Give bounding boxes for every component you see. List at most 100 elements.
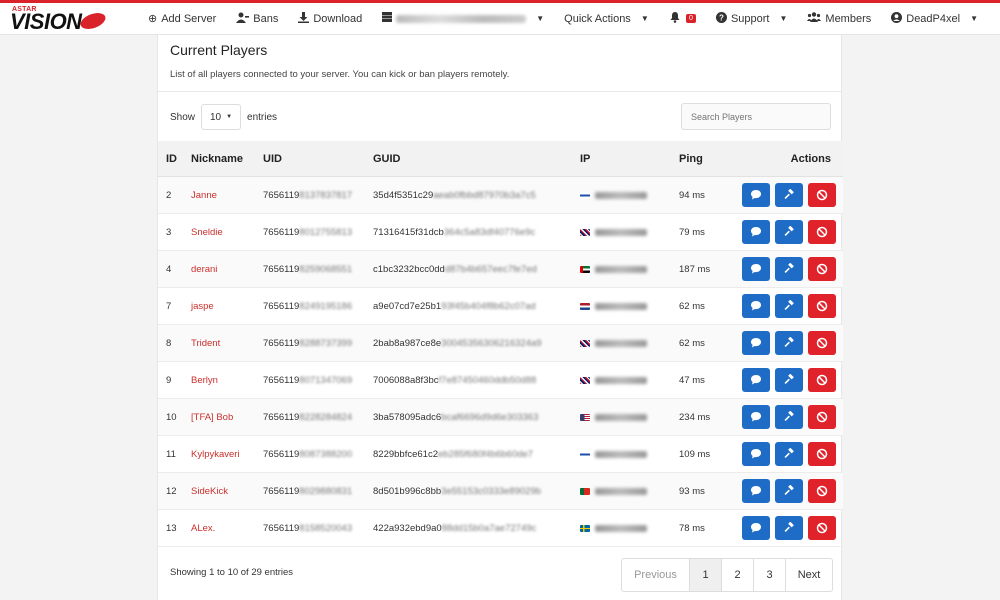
cell-ip <box>573 228 672 236</box>
nav-add-server[interactable]: ⊕ Add Server <box>138 3 226 34</box>
cell-actions <box>731 368 843 392</box>
ban-button[interactable] <box>808 405 836 429</box>
kick-button[interactable] <box>775 257 803 281</box>
nav-user-menu[interactable]: DeadP4xel ▼ <box>881 3 988 34</box>
cell-nickname-link[interactable]: SideKick <box>184 486 256 497</box>
nav-support-label: Support <box>730 12 770 25</box>
ban-button[interactable] <box>808 183 836 207</box>
kick-button[interactable] <box>775 442 803 466</box>
cell-nickname-link[interactable]: Berlyn <box>184 375 256 386</box>
cell-guid: 422a932ebd9a088dd15b0a7ae72749c <box>366 523 573 534</box>
hammer-icon <box>784 337 794 347</box>
nav-download[interactable]: Download <box>288 3 372 34</box>
cell-nickname-link[interactable]: ALex. <box>184 523 256 534</box>
search-players-input[interactable] <box>681 103 831 130</box>
guid-visible: 3ba578095adc6 <box>373 411 442 423</box>
pagination-page-3[interactable]: 3 <box>753 559 785 591</box>
user-circle-icon <box>891 11 903 26</box>
uid-redacted: 8029880831 <box>299 485 353 497</box>
message-icon <box>751 264 761 274</box>
ban-button[interactable] <box>808 368 836 392</box>
guid-redacted: 88dd15b0a7ae72749c <box>441 522 537 534</box>
ip-redacted <box>595 376 647 384</box>
message-button[interactable] <box>742 479 770 503</box>
guid-redacted: 93f45b404f8b62c07ad <box>441 300 536 312</box>
ban-button[interactable] <box>808 479 836 503</box>
nav-support[interactable]: ? Support ▼ <box>706 3 797 34</box>
kick-button[interactable] <box>775 368 803 392</box>
guid-redacted: aeab0fbbd87970b3a7c5 <box>433 189 536 201</box>
kick-button[interactable] <box>775 516 803 540</box>
nav-bans-label: Bans <box>253 12 279 25</box>
column-header-ip[interactable]: IP <box>573 153 672 165</box>
ban-button[interactable] <box>808 257 836 281</box>
cell-nickname-link[interactable]: Trident <box>184 338 256 349</box>
ban-button[interactable] <box>808 331 836 355</box>
nav-members[interactable]: Members <box>797 3 881 34</box>
uid-visible: 7656119 <box>263 263 300 275</box>
message-button[interactable] <box>742 220 770 244</box>
ban-button[interactable] <box>808 220 836 244</box>
cell-nickname-link[interactable]: [TFA] Bob <box>184 412 256 423</box>
column-header-id[interactable]: ID <box>158 153 184 165</box>
cell-id: 7 <box>166 300 172 312</box>
cell-guid: c1bc3232bcc0ddd87b4b657eec7fe7ed <box>366 264 573 275</box>
guid-visible: 35d4f5351c29 <box>373 189 434 201</box>
nav-bans[interactable]: Bans <box>226 3 288 34</box>
column-header-ping[interactable]: Ping <box>672 153 731 165</box>
pagination-next[interactable]: Next <box>785 559 832 591</box>
kick-button[interactable] <box>775 331 803 355</box>
pagination-previous[interactable]: Previous <box>622 559 689 591</box>
cell-nickname-link[interactable]: Sneldie <box>184 227 256 238</box>
question-circle-icon: ? <box>715 11 727 26</box>
cell-nickname-link[interactable]: Kylpykaveri <box>184 449 256 460</box>
country-flag-icon <box>580 228 590 236</box>
table-row: 12 SideKick 76561198029880831 8d501b996c8bb… <box>158 473 843 510</box>
column-header-nickname[interactable]: Nickname <box>184 153 256 165</box>
pagination-page-2[interactable]: 2 <box>721 559 753 591</box>
message-button[interactable] <box>742 257 770 281</box>
column-header-guid[interactable]: GUID <box>366 153 573 165</box>
kick-button[interactable] <box>775 220 803 244</box>
message-button[interactable] <box>742 442 770 466</box>
message-icon <box>751 190 761 200</box>
ban-button[interactable] <box>808 516 836 540</box>
message-button[interactable] <box>742 405 770 429</box>
cell-nickname-link[interactable]: derani <box>184 264 256 275</box>
cell-actions <box>731 294 843 318</box>
kick-button[interactable] <box>775 294 803 318</box>
entries-select[interactable]: 10 ▼ <box>201 104 242 130</box>
message-button[interactable] <box>742 331 770 355</box>
brand-logo[interactable]: ASTAR VISION <box>10 3 130 35</box>
ban-icon <box>816 337 828 349</box>
message-button[interactable] <box>742 183 770 207</box>
players-table: ID Nickname UID GUID IP Ping Actions 2 Ja… <box>158 141 843 547</box>
nav-notifications[interactable]: 0 <box>660 3 706 34</box>
cell-nickname-link[interactable]: Janne <box>184 190 256 201</box>
ban-button[interactable] <box>808 294 836 318</box>
country-flag-icon <box>580 339 590 347</box>
column-header-uid[interactable]: UID <box>256 153 366 165</box>
message-button[interactable] <box>742 516 770 540</box>
table-info: Showing 1 to 10 of 29 entries <box>170 567 294 578</box>
nav-quick-actions[interactable]: Quick Actions ▼ <box>554 3 659 34</box>
table-row: 3 Sneldie 76561198012755813 71316415f31dcb3… <box>158 214 843 251</box>
cell-nickname-link[interactable]: jaspe <box>184 301 256 312</box>
nav-add-server-label: Add Server <box>161 12 217 25</box>
kick-button[interactable] <box>775 405 803 429</box>
hammer-icon <box>784 189 794 199</box>
ban-icon <box>816 485 828 497</box>
message-button[interactable] <box>742 294 770 318</box>
table-row: 9 Berlyn 76561198071347069 7006088a8f3bcf7e… <box>158 362 843 399</box>
kick-button[interactable] <box>775 479 803 503</box>
nav-server-select[interactable]: ▼ <box>372 3 554 34</box>
pagination-page-1[interactable]: 1 <box>689 559 721 591</box>
cell-ip <box>573 524 672 532</box>
table-row: 11 Kylpykaveri 76561198087388200 8229bbfce6… <box>158 436 843 473</box>
cell-guid: 8229bbfce61c2eb285f680f4b6b60de7 <box>366 449 573 460</box>
uid-redacted: 8158520043 <box>299 522 353 534</box>
ban-button[interactable] <box>808 442 836 466</box>
kick-button[interactable] <box>775 183 803 207</box>
country-flag-icon <box>580 487 590 495</box>
message-button[interactable] <box>742 368 770 392</box>
